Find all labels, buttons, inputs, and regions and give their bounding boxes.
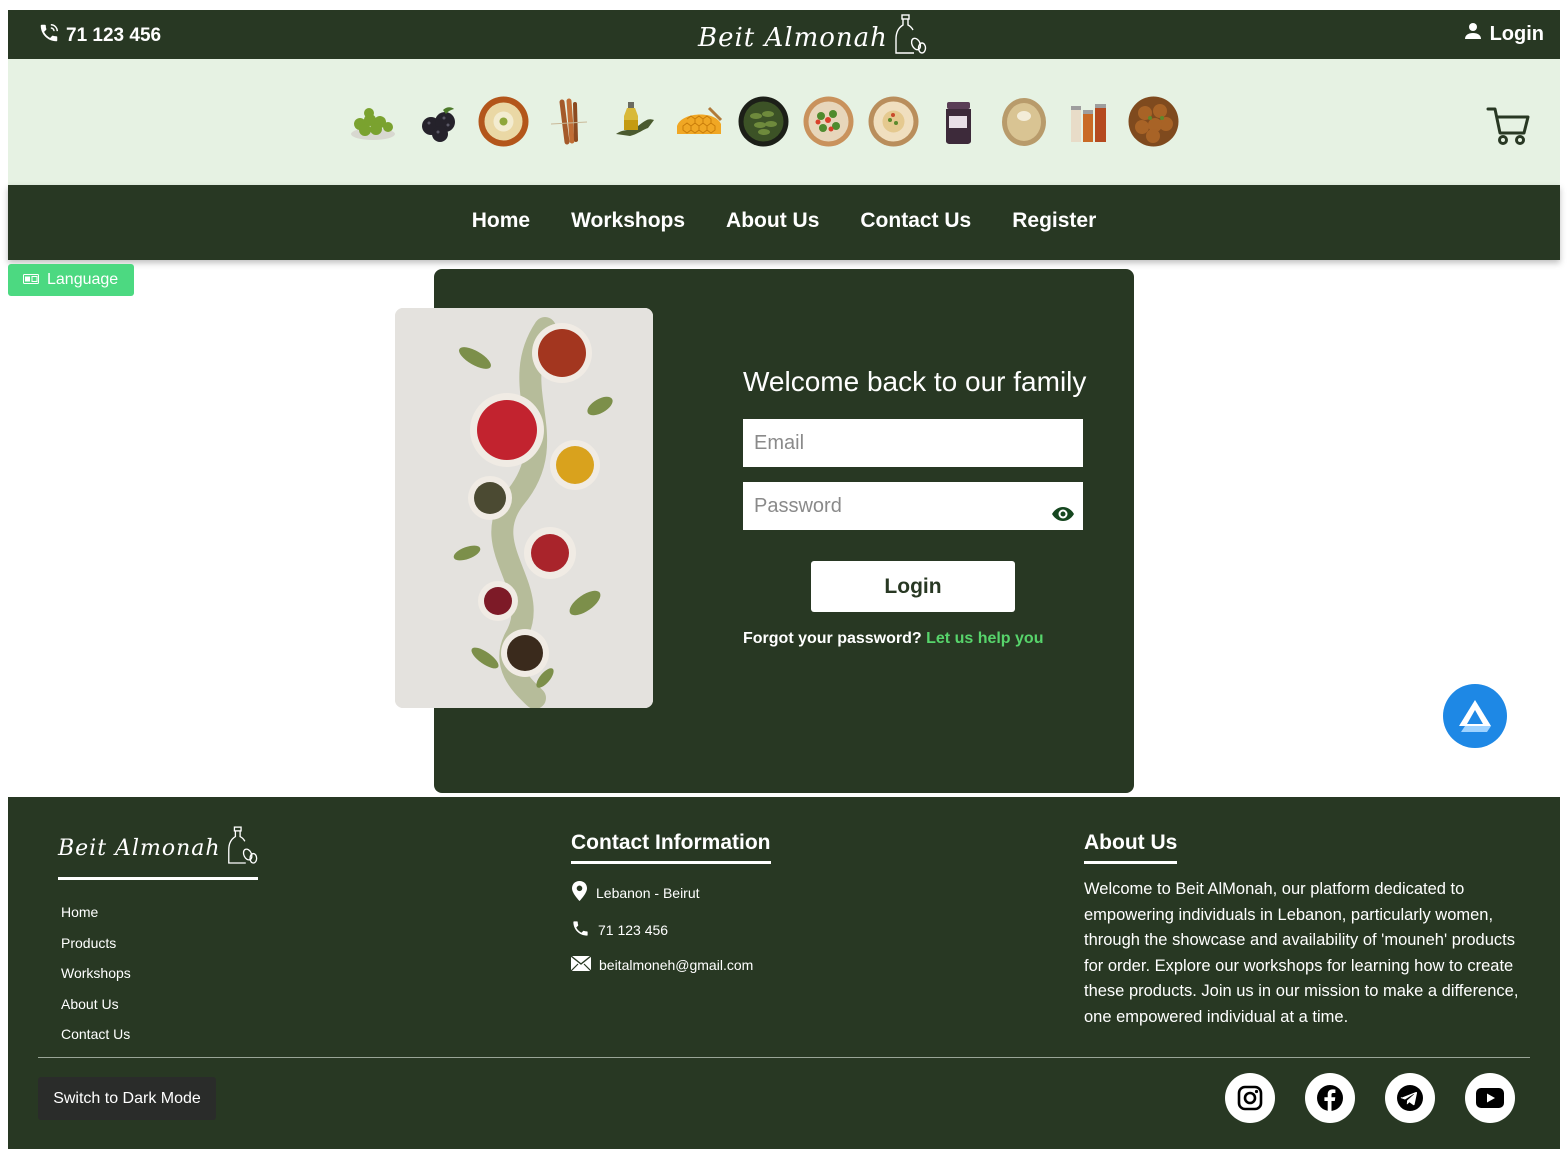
phone-icon	[38, 22, 60, 50]
main-nav-bar: Home Workshops About Us Contact Us Regis…	[8, 185, 1560, 260]
header-login-label: Login	[1489, 22, 1544, 45]
top-bar: 71 123 456 Beit Almonah Login	[8, 10, 1560, 59]
bread-icon[interactable]	[998, 96, 1049, 147]
main-nav: Home Workshops About Us Contact Us Regis…	[8, 209, 1560, 233]
footer-links: Home Products Workshops About Us Contact…	[61, 904, 131, 1057]
nav-contact-us[interactable]: Contact Us	[860, 209, 971, 233]
brand-logo[interactable]: Beit Almonah	[698, 14, 928, 61]
youtube-icon[interactable]	[1465, 1073, 1515, 1123]
footer-divider	[38, 1057, 1530, 1058]
phone-icon	[571, 919, 590, 941]
about-text: Welcome to Beit AlMonah, our platform de…	[1084, 880, 1519, 1026]
jam-jar-icon[interactable]	[933, 96, 984, 147]
header-phone-number: 71 123 456	[66, 25, 162, 46]
instagram-icon[interactable]	[1225, 1073, 1275, 1123]
location-text: Lebanon - Beirut	[596, 884, 700, 901]
grape-leaves-icon[interactable]	[738, 96, 789, 147]
footer-link-about-us[interactable]: About Us	[61, 996, 131, 1027]
assistant-fab[interactable]	[1443, 684, 1507, 748]
falafel-icon[interactable]	[1128, 96, 1179, 147]
language-button[interactable]: Language	[8, 264, 134, 296]
forgot-password-row: Forgot your password? Let us help you	[743, 630, 1043, 648]
social-links	[1225, 1073, 1515, 1123]
mezze-plate-icon[interactable]	[868, 96, 919, 147]
assistant-logo-icon	[1443, 700, 1507, 752]
language-label: Language	[47, 271, 119, 288]
nav-about-us[interactable]: About Us	[726, 209, 819, 233]
login-heading: Welcome back to our family	[743, 366, 1087, 397]
footer: Beit Almonah Home Products Workshops Abo…	[8, 797, 1560, 1149]
show-password-eye-icon[interactable]	[1051, 505, 1075, 528]
about-heading: About Us	[1084, 831, 1178, 864]
category-bar	[8, 59, 1560, 185]
footer-brand-underline	[58, 877, 258, 880]
forgot-password-link[interactable]: Let us help you	[926, 630, 1043, 647]
olive-oil-icon[interactable]	[608, 96, 659, 147]
honeycomb-icon[interactable]	[673, 96, 724, 147]
contact-email-address: beitalmoneh@gmail.com	[599, 957, 754, 973]
labneh-bowl-icon[interactable]	[478, 96, 529, 147]
forgot-password-text: Forgot your password?	[743, 630, 922, 647]
header-phone[interactable]: 71 123 456	[38, 22, 161, 50]
category-list	[348, 96, 1179, 147]
password-field[interactable]	[743, 482, 1083, 530]
nav-register[interactable]: Register	[1012, 209, 1096, 233]
nav-home[interactable]: Home	[472, 209, 530, 233]
contact-heading: Contact Information	[571, 831, 771, 864]
footer-brand-logo[interactable]: Beit Almonah	[58, 825, 259, 872]
brand-name: Beit Almonah	[698, 22, 888, 53]
footer-link-products[interactable]: Products	[61, 935, 131, 966]
dark-mode-toggle[interactable]: Switch to Dark Mode	[38, 1077, 216, 1120]
login-submit-button[interactable]: Login	[811, 561, 1015, 612]
cart-icon[interactable]	[1486, 105, 1530, 152]
contact-location: Lebanon - Beirut	[571, 881, 700, 904]
blackberries-icon[interactable]	[413, 96, 464, 147]
contact-phone[interactable]: 71 123 456	[571, 919, 668, 941]
olive-oil-bottle-icon	[225, 825, 259, 872]
cinnamon-icon[interactable]	[543, 96, 594, 147]
salad-icon[interactable]	[803, 96, 854, 147]
contact-email[interactable]: beitalmoneh@gmail.com	[570, 955, 754, 974]
footer-link-home[interactable]: Home	[61, 904, 131, 935]
spice-jars-icon[interactable]	[1063, 96, 1114, 147]
facebook-icon[interactable]	[1305, 1073, 1355, 1123]
location-pin-icon	[571, 881, 588, 904]
email-field[interactable]	[743, 419, 1083, 467]
footer-link-contact-us[interactable]: Contact Us	[61, 1026, 131, 1057]
user-icon	[1464, 22, 1482, 46]
header-login-button[interactable]: Login	[1464, 22, 1544, 46]
spices-image	[395, 308, 653, 708]
contact-phone-number: 71 123 456	[598, 922, 669, 938]
telegram-icon[interactable]	[1385, 1073, 1435, 1123]
footer-link-workshops[interactable]: Workshops	[61, 965, 131, 996]
nav-workshops[interactable]: Workshops	[571, 209, 685, 233]
translate-icon	[23, 271, 39, 289]
footer-brand-name: Beit Almonah	[58, 836, 221, 861]
olives-icon[interactable]	[348, 96, 399, 147]
olive-oil-bottle-icon	[892, 14, 928, 61]
envelope-icon	[570, 955, 592, 974]
